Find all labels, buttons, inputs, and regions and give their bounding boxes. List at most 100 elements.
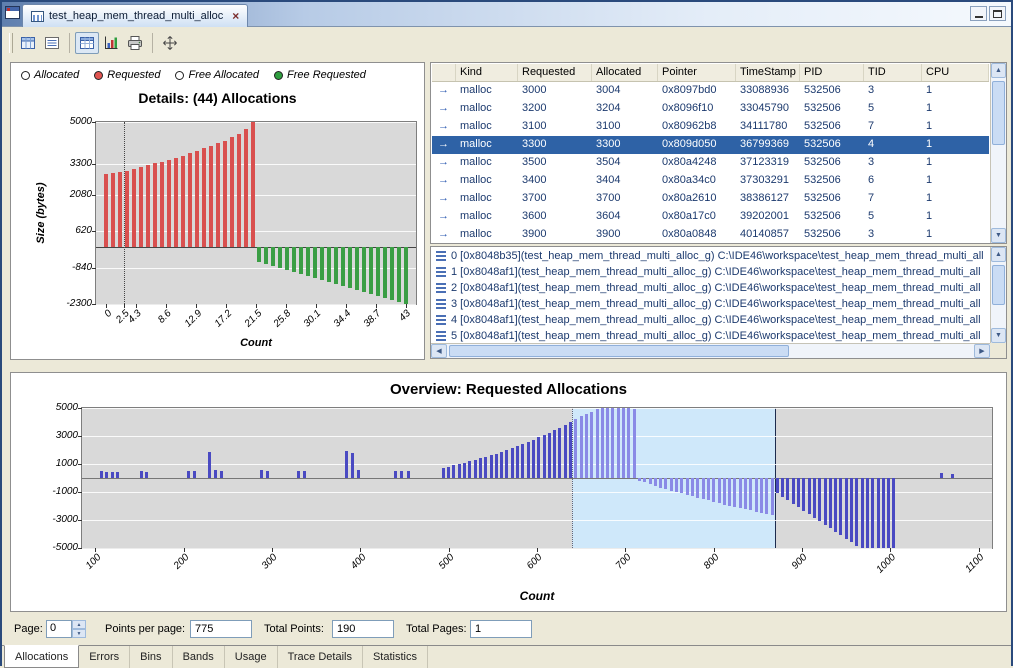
- table-row[interactable]: →malloc350035040x80a42483712331953250631: [432, 154, 989, 172]
- column-header-pid[interactable]: PID: [800, 64, 864, 81]
- points-per-page-input[interactable]: 775: [190, 620, 252, 638]
- column-header-kind[interactable]: Kind: [456, 64, 518, 81]
- trace-row[interactable]: 3 [0x8048af1](test_heap_mem_thread_multi…: [432, 296, 989, 312]
- bar: [181, 156, 185, 247]
- alloc-row-icon: →: [438, 83, 454, 98]
- column-header-cpu[interactable]: CPU: [922, 64, 989, 81]
- trace-vertical-scrollbar[interactable]: ▲ ▼: [990, 247, 1006, 343]
- grid-view-button[interactable]: [16, 32, 40, 54]
- print-button[interactable]: [123, 32, 147, 54]
- y-tick-label: 5000: [42, 116, 92, 127]
- tab-trace-details[interactable]: Trace Details: [278, 646, 363, 668]
- scroll-up-button[interactable]: ▲: [991, 247, 1006, 262]
- scrollbar-track[interactable]: [447, 344, 974, 358]
- x-tick-text: 500: [437, 552, 457, 572]
- table-row[interactable]: →malloc310031000x80962b83411178053250671: [432, 118, 989, 136]
- scroll-left-button[interactable]: ◀: [431, 344, 447, 358]
- bar: [940, 473, 943, 478]
- tab-errors[interactable]: Errors: [79, 646, 130, 668]
- page-spinner[interactable]: 0 ▲ ▼: [46, 620, 86, 638]
- legend-item-free-requested[interactable]: Free Requested: [274, 69, 366, 81]
- bar: [187, 471, 190, 478]
- trace-row[interactable]: 1 [0x8048af1](test_heap_mem_thread_multi…: [432, 264, 989, 280]
- editor-tab[interactable]: test_heap_mem_thread_multi_alloc ×: [22, 4, 248, 27]
- bar: [145, 472, 148, 478]
- table-cell: 39202001: [736, 208, 800, 226]
- tab-bands[interactable]: Bands: [173, 646, 225, 668]
- bar: [882, 478, 885, 548]
- overview-plot-area[interactable]: 500030001000-1000-3000-50001002003004005…: [81, 407, 993, 549]
- bar: [244, 129, 248, 246]
- tab-close-icon[interactable]: ×: [232, 9, 239, 23]
- minimize-button[interactable]: [970, 6, 987, 21]
- total-points-field[interactable]: 190: [332, 620, 394, 638]
- column-header-allocated[interactable]: Allocated: [592, 64, 658, 81]
- scrollbar-track[interactable]: [991, 79, 1006, 227]
- scrollbar-thumb[interactable]: [992, 81, 1005, 145]
- table-row[interactable]: →malloc330033000x809d0503679936953250641: [432, 136, 989, 154]
- scrollbar-thumb[interactable]: [992, 265, 1005, 305]
- column-header-requested[interactable]: Requested: [518, 64, 592, 81]
- gridline: [96, 164, 416, 165]
- window-icon[interactable]: [5, 6, 20, 19]
- pager-controls: Page: 0 ▲ ▼ Points per page: 775 Total P…: [2, 616, 1011, 643]
- tab-bins[interactable]: Bins: [130, 646, 172, 668]
- tab-usage[interactable]: Usage: [225, 646, 278, 668]
- bar: [479, 458, 482, 478]
- scroll-down-button[interactable]: ▼: [991, 328, 1006, 343]
- scroll-right-button[interactable]: ▶: [974, 344, 990, 358]
- table-row[interactable]: →malloc370037000x80a26103838612753250671: [432, 190, 989, 208]
- legend-item-free-allocated[interactable]: Free Allocated: [175, 69, 259, 81]
- table-cell: 3404: [592, 172, 658, 190]
- table-row[interactable]: →malloc340034040x80a34c03730329153250661: [432, 172, 989, 190]
- bar: [351, 453, 354, 478]
- tab-statistics[interactable]: Statistics: [363, 646, 428, 668]
- toolbar-drag-handle[interactable]: [9, 33, 13, 53]
- bar: [861, 478, 864, 548]
- scroll-up-button[interactable]: ▲: [991, 63, 1006, 78]
- chart-view-button[interactable]: [99, 32, 123, 54]
- trace-row[interactable]: 0 [0x8048b35](test_heap_mem_thread_multi…: [432, 248, 989, 264]
- details-panel: Allocated Requested Free Allocated Free Req…: [10, 62, 425, 360]
- scroll-down-button[interactable]: ▼: [991, 228, 1006, 243]
- table-view-icon: [79, 35, 95, 51]
- spinner-up-button[interactable]: ▲: [72, 620, 86, 629]
- column-header-timestamp[interactable]: TimeStamp: [736, 64, 800, 81]
- table-view-button[interactable]: [75, 32, 99, 54]
- spinner-down-button[interactable]: ▼: [72, 629, 86, 638]
- bar: [855, 478, 858, 546]
- tab-allocations[interactable]: Allocations: [4, 645, 79, 668]
- table-cell: 1: [922, 226, 989, 242]
- stack-frame-icon: [436, 331, 446, 341]
- total-pages-field[interactable]: 1: [470, 620, 532, 638]
- table-row[interactable]: →malloc360036040x80a17c03920200153250651: [432, 208, 989, 226]
- scrollbar-track[interactable]: [991, 263, 1006, 327]
- legend-item-allocated[interactable]: Allocated: [21, 69, 79, 81]
- page-input[interactable]: 0: [46, 620, 72, 638]
- bar: [696, 478, 699, 498]
- trace-row[interactable]: 2 [0x8048af1](test_heap_mem_thread_multi…: [432, 280, 989, 296]
- table-row[interactable]: →malloc300030040x8097bd03308893653250631: [432, 82, 989, 100]
- details-plot-area[interactable]: 500033002080620-840-230002.54.38.612.917…: [95, 121, 417, 305]
- bar: [299, 247, 303, 274]
- bar: [649, 478, 652, 484]
- trace-row[interactable]: 5 [0x8048af1](test_heap_mem_thread_multi…: [432, 328, 989, 342]
- column-header-tid[interactable]: TID: [864, 64, 922, 81]
- fit-range-button[interactable]: [158, 32, 182, 54]
- maximize-button[interactable]: [989, 6, 1006, 21]
- trace-horizontal-scrollbar[interactable]: ◀ ▶: [431, 343, 990, 358]
- bar: [188, 153, 192, 246]
- table-cell: 1: [922, 136, 989, 154]
- table-row[interactable]: →malloc320032040x8096f103304579053250651: [432, 100, 989, 118]
- scrollbar-thumb[interactable]: [449, 345, 789, 357]
- alloc-table-vertical-scrollbar[interactable]: ▲ ▼: [990, 63, 1006, 243]
- legend-item-requested[interactable]: Requested: [94, 69, 160, 81]
- trace-row[interactable]: 4 [0x8048af1](test_heap_mem_thread_multi…: [432, 312, 989, 328]
- table-row[interactable]: →malloc390039000x80a08484014085753250631: [432, 226, 989, 242]
- list-view-button[interactable]: [40, 32, 64, 54]
- toolbar-separator: [69, 33, 70, 53]
- alloc-row-icon-cell: →: [432, 172, 456, 190]
- trace-text: 5 [0x8048af1](test_heap_mem_thread_multi…: [451, 330, 981, 342]
- table-cell: 7: [864, 190, 922, 208]
- column-header-pointer[interactable]: Pointer: [658, 64, 736, 81]
